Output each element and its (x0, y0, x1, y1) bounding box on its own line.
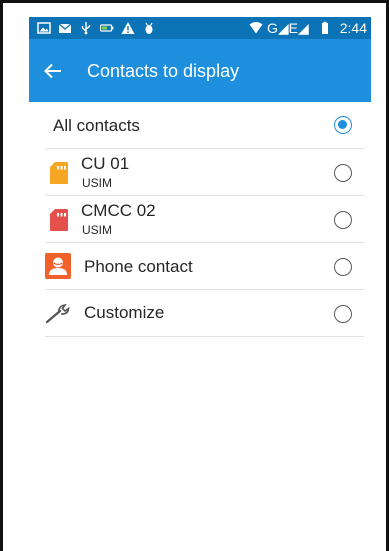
warning-icon (121, 22, 135, 34)
clock: 2:44 (339, 20, 367, 36)
list-item-label: All contacts (53, 116, 140, 135)
radio-all-contacts[interactable] (334, 116, 352, 134)
contacts-filter-list: All contacts CU 01 USIM CMCC 02 USIM Pho… (45, 102, 371, 337)
network-type: G◢E◢ (266, 20, 309, 36)
sim-card-icon (50, 209, 68, 231)
status-bar: G◢E◢ 2:44 (29, 17, 371, 39)
wifi-icon (249, 22, 263, 34)
arrow-back-icon[interactable] (41, 59, 65, 83)
usb-icon (81, 22, 91, 35)
list-item-cu01[interactable]: CU 01 USIM (45, 149, 364, 196)
list-item-cmcc02[interactable]: CMCC 02 USIM (45, 196, 364, 243)
list-item-customize[interactable]: Customize (45, 290, 364, 337)
list-item-sublabel: USIM (82, 176, 112, 190)
phone-contact-icon (45, 253, 71, 279)
list-item-label: CU 01 (81, 154, 130, 173)
page-title: Contacts to display (87, 61, 240, 81)
list-item-all-contacts[interactable]: All contacts (45, 102, 364, 149)
app-bar: Contacts to display (29, 39, 371, 102)
debug-icon (145, 22, 153, 34)
email-icon (58, 23, 72, 33)
radio-cmcc02[interactable] (334, 211, 352, 229)
list-item-label: Customize (84, 303, 165, 322)
system-status: G◢E◢ 2:44 (249, 19, 367, 37)
radio-phone-contact[interactable] (334, 258, 352, 276)
list-item-label: CMCC 02 (81, 201, 156, 220)
sim-card-icon (50, 162, 68, 184)
battery-saver-icon (100, 24, 114, 32)
image-icon (37, 22, 51, 34)
list-item-sublabel: USIM (82, 223, 112, 237)
wrench-icon (45, 303, 70, 324)
battery-icon (321, 21, 328, 34)
notification-icons (37, 20, 156, 36)
radio-cu01[interactable] (334, 164, 352, 182)
list-item-phone-contact[interactable]: Phone contact (45, 243, 364, 290)
list-item-label: Phone contact (84, 257, 193, 276)
radio-customize[interactable] (334, 305, 352, 323)
